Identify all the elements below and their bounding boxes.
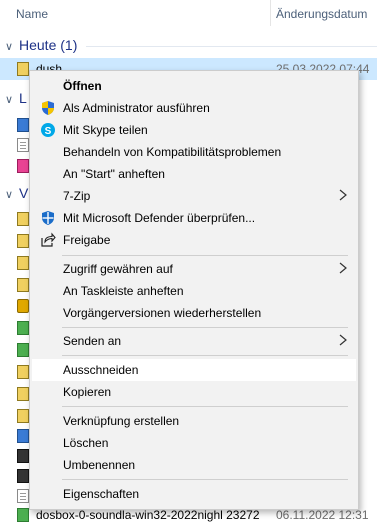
menu-item-open[interactable]: Öffnen xyxy=(32,75,356,97)
chevron-right-icon xyxy=(338,188,348,202)
chevron-down-icon[interactable]: ∨ xyxy=(5,40,13,53)
image-file-icon xyxy=(17,321,29,335)
image-file-icon xyxy=(17,508,29,522)
menu-item-properties[interactable]: Eigenschaften xyxy=(32,483,356,505)
chevron-right-icon xyxy=(338,261,348,275)
file-name: dosbox-0-soundla-win32-2022nighl 23272 xyxy=(36,508,260,522)
defender-icon xyxy=(40,210,56,226)
menu-item-send-to[interactable]: Senden an xyxy=(32,330,356,352)
file-icon xyxy=(17,118,29,132)
file-icon xyxy=(17,387,29,401)
shield-icon xyxy=(40,100,56,116)
menu-item-7zip[interactable]: 7-Zip xyxy=(32,185,356,207)
menu-separator xyxy=(62,479,348,480)
menu-item-label: An Taskleiste anheften xyxy=(63,284,184,298)
app-icon xyxy=(17,159,29,173)
menu-item-label: Freigabe xyxy=(63,233,111,247)
menu-item-label: Mit Microsoft Defender überprüfen... xyxy=(63,211,256,225)
menu-item-defender-scan[interactable]: Mit Microsoft Defender überprüfen... xyxy=(32,207,356,229)
column-separator[interactable] xyxy=(270,0,271,26)
menu-item-label: Behandeln von Kompatibilitätsproblemen xyxy=(63,145,282,159)
menu-item-label: Löschen xyxy=(63,436,109,450)
menu-item-rename[interactable]: Umbenennen xyxy=(32,454,356,476)
menu-separator xyxy=(62,355,348,356)
image-file-icon xyxy=(17,343,29,357)
file-icon xyxy=(17,278,29,292)
file-icon xyxy=(17,449,29,463)
file-icon xyxy=(17,212,29,226)
file-icon xyxy=(17,409,29,423)
menu-item-label: Eigenschaften xyxy=(63,487,140,501)
file-icon xyxy=(17,299,29,313)
menu-item-delete[interactable]: Löschen xyxy=(32,432,356,454)
menu-item-label: Als Administrator ausführen xyxy=(63,101,210,115)
menu-item-create-shortcut[interactable]: Verknüpfung erstellen xyxy=(32,410,356,432)
group-today[interactable]: ∨ Heute (1) xyxy=(0,35,377,57)
file-icon xyxy=(17,256,29,270)
menu-item-restore-versions[interactable]: Vorgängerversionen wiederherstellen xyxy=(32,302,356,324)
file-icon xyxy=(17,469,29,483)
menu-item-cut[interactable]: Ausschneiden xyxy=(32,359,356,381)
group-divider xyxy=(86,46,377,47)
menu-item-pin-taskbar[interactable]: An Taskleiste anheften xyxy=(32,280,356,302)
chevron-right-icon xyxy=(338,333,348,347)
share-icon xyxy=(40,232,56,248)
column-header: Name Änderungsdatum xyxy=(0,0,377,26)
group-label: Heute (1) xyxy=(19,37,78,53)
file-date: 06.11.2022 12:31 xyxy=(276,508,369,522)
menu-item-label: Verknüpfung erstellen xyxy=(63,414,180,428)
menu-item-label: Öffnen xyxy=(63,79,102,93)
menu-item-label: Vorgängerversionen wiederherstellen xyxy=(63,306,262,320)
file-icon xyxy=(17,365,29,379)
menu-item-share[interactable]: Freigabe xyxy=(32,229,356,251)
chevron-down-icon[interactable]: ∨ xyxy=(5,93,13,106)
menu-item-copy[interactable]: Kopieren xyxy=(32,381,356,403)
menu-item-label: Zugriff gewähren auf xyxy=(63,262,173,276)
file-icon xyxy=(17,234,29,248)
file-icon xyxy=(17,138,29,152)
context-menu: Öffnen Als Administrator ausführen S Mit… xyxy=(29,70,359,510)
menu-item-label: Ausschneiden xyxy=(63,363,139,377)
menu-item-run-as-admin[interactable]: Als Administrator ausführen xyxy=(32,97,356,119)
menu-item-grant-access[interactable]: Zugriff gewähren auf xyxy=(32,258,356,280)
menu-separator xyxy=(62,255,348,256)
menu-separator xyxy=(62,406,348,407)
group-label: L xyxy=(19,90,27,106)
group-label: V xyxy=(19,185,29,201)
chevron-down-icon[interactable]: ∨ xyxy=(5,188,13,201)
menu-item-label: An "Start" anheften xyxy=(63,167,165,181)
skype-icon: S xyxy=(40,122,56,138)
menu-item-label: Kopieren xyxy=(63,385,112,399)
column-date[interactable]: Änderungsdatum xyxy=(276,7,367,21)
menu-item-label: 7-Zip xyxy=(63,189,91,203)
file-icon xyxy=(17,489,29,503)
file-icon xyxy=(17,429,29,443)
batch-file-icon xyxy=(17,62,29,76)
menu-item-label: Senden an xyxy=(63,334,122,348)
menu-item-skype-share[interactable]: S Mit Skype teilen xyxy=(32,119,356,141)
menu-item-label: Umbenennen xyxy=(63,458,136,472)
svg-text:S: S xyxy=(45,126,52,137)
menu-item-pin-start[interactable]: An "Start" anheften xyxy=(32,163,356,185)
menu-item-troubleshoot-compat[interactable]: Behandeln von Kompatibilitätsproblemen xyxy=(32,141,356,163)
menu-separator xyxy=(62,327,348,328)
column-name[interactable]: Name xyxy=(16,7,48,21)
menu-item-label: Mit Skype teilen xyxy=(63,123,148,137)
